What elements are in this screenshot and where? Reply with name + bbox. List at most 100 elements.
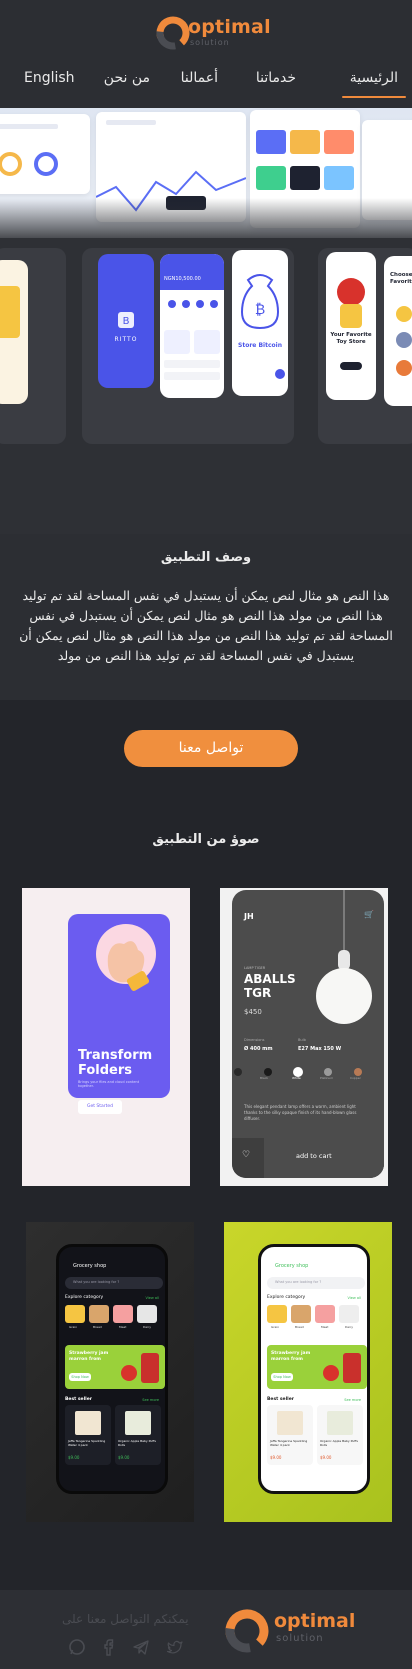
wallet-screen: NGN10,500.00 <box>160 254 224 398</box>
nav-language-english[interactable]: English <box>24 70 75 86</box>
category-bread[interactable]: Bread <box>295 1325 304 1329</box>
character-icons <box>396 306 412 376</box>
toy-store-screen: Your Favorite Toy Store <box>326 252 376 400</box>
category-grain[interactable]: Grain <box>69 1325 77 1329</box>
folders-heading: Transform Folders <box>78 1048 153 1078</box>
grocery-dark-category-label: Explore category <box>65 1295 104 1300</box>
grid-icon <box>256 130 354 190</box>
line-chart-icon <box>95 120 247 212</box>
card-brand-name: RITTO <box>114 336 138 343</box>
description-title: وصف التطبيق <box>160 550 252 565</box>
folders-phone: Transform Folders Brings your files and … <box>68 914 170 1098</box>
grocery-light-search[interactable]: What you are looking for ? <box>267 1277 365 1289</box>
category-grain[interactable]: Grain <box>271 1325 279 1329</box>
promo-banner[interactable]: Strawberry jam marron from Shop Now <box>267 1345 367 1389</box>
grocery-light-category-label: Explore category <box>267 1295 306 1300</box>
grocery-dark-view-all[interactable]: View all <box>145 1296 159 1300</box>
color-labels: Black White Platinum Copper <box>232 1076 384 1084</box>
promo-text: Strawberry jam marron from <box>271 1351 311 1362</box>
heart-icon[interactable]: ♡ <box>242 1150 250 1160</box>
category-bread[interactable]: Bread <box>93 1325 102 1329</box>
svg-text:₿: ₿ <box>255 302 265 318</box>
grocery-dark-phone: Grocery shop What you are looking for ? … <box>56 1244 168 1494</box>
favorite-screen: Choose Favorite <box>384 256 412 406</box>
brand-logo[interactable]: optimal solution <box>156 14 271 50</box>
site-header: optimal solution الرئيسية خدماتنا أعمالن… <box>0 0 412 108</box>
dashboard-side-card <box>362 120 412 220</box>
store-bitcoin-screen: ₿ Store Bitcoin <box>232 250 288 396</box>
screenshot-lamp[interactable]: JH 🛒 LAMP TIGER ABALLS TGR $450 Dimensio… <box>220 888 388 1186</box>
category-dairy[interactable]: Dairy <box>345 1325 353 1329</box>
folders-subtext: Brings your files and cloud content toge… <box>78 1080 140 1088</box>
facebook-icon[interactable] <box>100 1638 118 1656</box>
app-card-partial <box>0 260 28 404</box>
contact-us-button[interactable]: تواصل معنا <box>124 730 298 767</box>
shop-now-button[interactable]: Shop Now <box>271 1373 293 1381</box>
app-description: وصف التطبيق هذا النص هو مثال لنص يمكن أن… <box>0 534 412 700</box>
logo-mark-icon <box>156 16 190 50</box>
svg-text:B: B <box>123 316 130 327</box>
toy-figure-icon <box>337 278 365 370</box>
grocery-dark-title: Grocery shop <box>73 1263 107 1269</box>
product-name: Jaffa Tangerine Sparkling Water 4 pack <box>68 1439 106 1447</box>
strawberry-jar-icon <box>323 1353 361 1383</box>
footer-logo-mark-icon <box>225 1609 269 1653</box>
product-price: $9.00 <box>68 1455 80 1460</box>
see-more-link[interactable]: See more <box>344 1398 361 1402</box>
shop-now-button[interactable]: Shop Now <box>69 1373 91 1381</box>
screenshot-grocery-light[interactable]: Grocery shop What you are looking for ? … <box>224 1222 392 1522</box>
telegram-icon[interactable] <box>132 1638 150 1656</box>
product-price: $9.00 <box>320 1455 332 1460</box>
folders-start-button[interactable]: Get Started <box>78 1100 122 1114</box>
dashboard-grid-card <box>250 110 360 228</box>
dashboard-card <box>0 114 90 194</box>
nav-about[interactable]: من نحن <box>104 70 150 86</box>
category-dairy[interactable]: Dairy <box>143 1325 151 1329</box>
category-meat[interactable]: Meat <box>119 1325 126 1329</box>
product-name: Organic Apple Baby Puffs Rolls <box>320 1439 358 1447</box>
promo-banner[interactable]: Strawberry jam marron from Shop Now <box>65 1345 165 1389</box>
grocery-dark-search[interactable]: What you are looking for ? <box>65 1277 163 1289</box>
dimensions-label: Dimensions <box>244 1038 265 1042</box>
dimensions-value: Ø 400 mm <box>244 1046 273 1052</box>
product-price: $9.00 <box>270 1455 282 1460</box>
footer-brand-tagline: solution <box>276 1633 324 1644</box>
lamp-description: This elegant pendant lamp offers a warm,… <box>244 1104 357 1121</box>
product-price: $9.00 <box>118 1455 130 1460</box>
brand-name: optimal <box>188 16 271 38</box>
dashboard-mockups <box>0 108 412 238</box>
nav-home[interactable]: الرئيسية <box>341 70 407 98</box>
chart-icon <box>0 124 58 176</box>
color-platinum[interactable]: Platinum <box>320 1076 333 1080</box>
grocery-dark-search-placeholder: What you are looking for ? <box>73 1280 120 1284</box>
product-name: Jaffa Tangerine Sparkling Water 4 pack <box>270 1439 308 1447</box>
add-to-cart-button[interactable]: add to cart <box>296 1152 332 1160</box>
description-body: هذا النص هو مثال لنص يمكن أن يستبدل في ن… <box>19 588 393 663</box>
color-white[interactable]: White <box>292 1076 301 1080</box>
pendant-lamp-icon <box>316 890 372 1024</box>
toy-store-title: Your Favorite Toy Store <box>330 332 372 345</box>
best-seller-label: Best seller <box>267 1397 294 1402</box>
color-copper[interactable]: Copper <box>350 1076 361 1080</box>
screenshot-grocery-dark[interactable]: Grocery shop What you are looking for ? … <box>26 1222 194 1522</box>
strawberry-jar-icon <box>121 1353 159 1383</box>
see-more-link[interactable]: See more <box>142 1398 159 1402</box>
twitter-icon[interactable] <box>166 1638 184 1656</box>
product-card[interactable]: Organic Apple Baby Puffs Rolls $9.00 <box>317 1405 363 1465</box>
whatsapp-icon[interactable] <box>68 1638 86 1656</box>
grocery-light-title: Grocery shop <box>275 1263 309 1269</box>
bulb-label: Bulb <box>298 1038 306 1042</box>
product-card[interactable]: Organic Apple Baby Puffs Rolls $9.00 <box>115 1405 161 1465</box>
nav-works[interactable]: أعمالنا <box>181 70 218 86</box>
category-meat[interactable]: Meat <box>321 1325 328 1329</box>
product-card[interactable]: Jaffa Tangerine Sparkling Water 4 pack $… <box>65 1405 111 1465</box>
screenshots-title: صوؤ من التطبيق <box>152 832 260 847</box>
screenshot-folders[interactable]: Transform Folders Brings your files and … <box>22 888 190 1186</box>
brand-tagline: solution <box>190 38 230 47</box>
footer-logo[interactable]: optimal solution <box>222 1606 355 1656</box>
grocery-light-view-all[interactable]: View all <box>347 1296 361 1300</box>
color-black[interactable]: Black <box>260 1076 268 1080</box>
product-card[interactable]: Jaffa Tangerine Sparkling Water 4 pack $… <box>267 1405 313 1465</box>
nav-services[interactable]: خدماتنا <box>256 70 296 86</box>
site-footer: يمكنكم التواصل معنا على optimal solution <box>0 1590 412 1669</box>
